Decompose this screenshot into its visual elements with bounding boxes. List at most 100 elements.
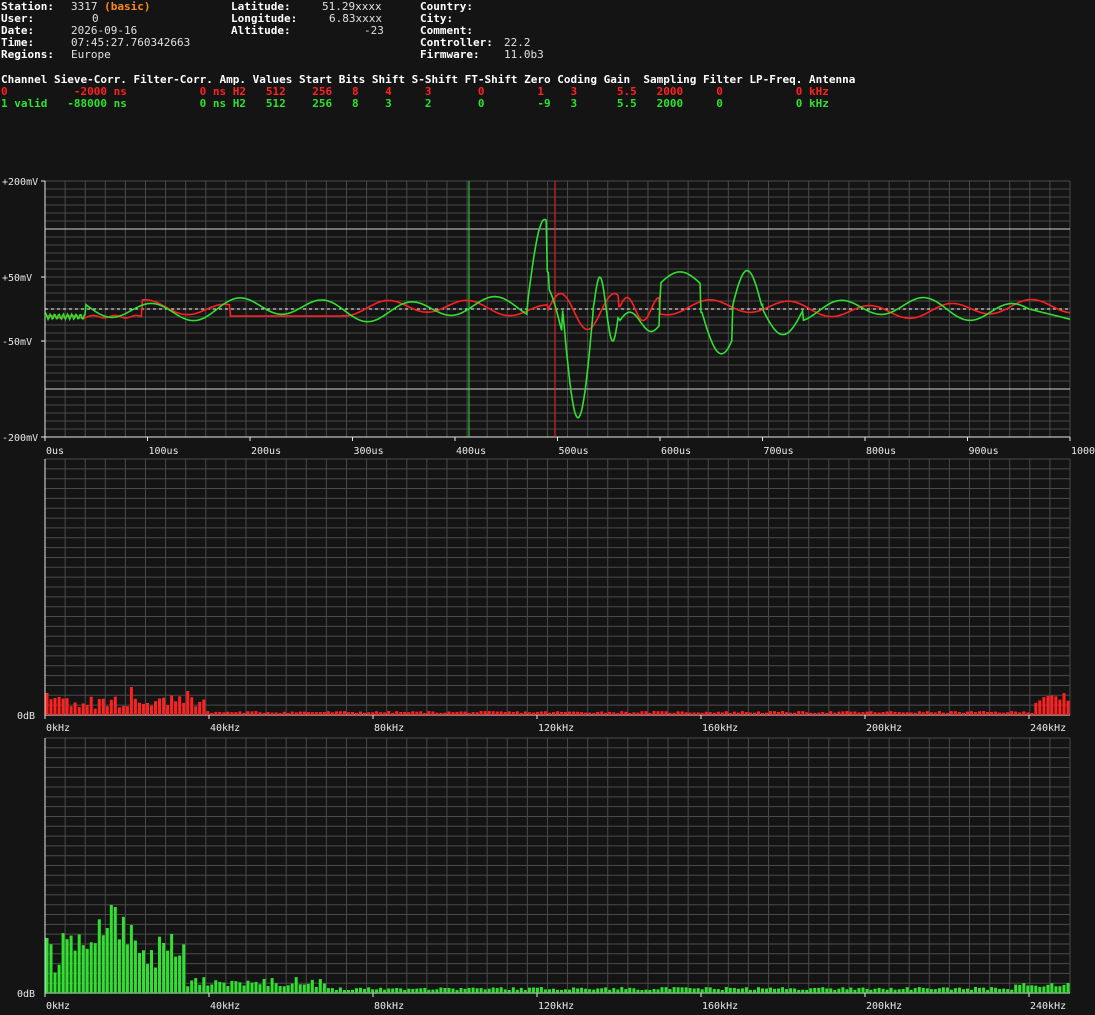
spectrum-bar xyxy=(495,711,499,715)
spectrum-bar xyxy=(535,711,539,715)
spectrum-bar xyxy=(415,988,419,993)
spectrum-bar xyxy=(576,711,580,715)
x-tick-label: 300us xyxy=(354,446,384,457)
spectrum-bar xyxy=(403,711,407,715)
spectrum-bar xyxy=(877,712,881,715)
spectrum-bar xyxy=(178,696,182,715)
spectrum-bar xyxy=(781,711,785,715)
spectrum-bar xyxy=(728,987,732,993)
spectrum-bar xyxy=(174,956,178,993)
spectrum-bar xyxy=(913,988,917,993)
spectrum-bar xyxy=(913,712,917,715)
spectrum-bar xyxy=(568,711,571,715)
spectrum-bar xyxy=(833,712,837,715)
spectrum-bar xyxy=(262,712,266,715)
spectrum-bar xyxy=(65,698,69,715)
spectrum-bar xyxy=(889,711,893,715)
spectrum-bar xyxy=(761,712,764,715)
spectrum-bar xyxy=(885,989,889,993)
spectrum-bar xyxy=(57,697,61,715)
spectrum-bar xyxy=(925,988,929,993)
spectrum-bar xyxy=(359,987,362,993)
spectrum-bar xyxy=(411,711,415,715)
spectrum-bar xyxy=(604,987,608,993)
spectrum-bar xyxy=(797,711,801,715)
spectrum-bar xyxy=(974,712,977,715)
spectrum-bar xyxy=(186,986,190,993)
spectrum-bar xyxy=(970,711,973,715)
spectrum-bar xyxy=(330,712,334,715)
spectrum-bar xyxy=(447,711,451,715)
spectrum-bar xyxy=(214,980,218,993)
spectrum-bar xyxy=(885,711,889,715)
spectrum-bar xyxy=(435,712,439,715)
spectrum-bar xyxy=(511,712,515,715)
spectrum-bar xyxy=(286,985,290,993)
spectrum-bar xyxy=(604,712,608,715)
spectrum-bar xyxy=(901,989,905,993)
spectrum-bar xyxy=(1006,712,1010,715)
spectrum-chart-channel-1[interactable]: 0dB 0kHz 40kHz 80kHz 120kHz 160kHz 200kHz 240kH… xyxy=(17,737,1071,1012)
spectrum-bar xyxy=(471,712,475,715)
spectrum-bar xyxy=(125,944,129,993)
spectrum-bar xyxy=(873,712,877,715)
spectrum-bar xyxy=(644,711,648,715)
spectrum-bar xyxy=(326,988,330,993)
x-tick-label: 240kHz xyxy=(1030,1001,1066,1012)
spectrum-bar xyxy=(945,987,949,993)
spectrum-bar xyxy=(620,987,624,993)
spectrum-bar xyxy=(138,702,141,715)
spectrum-bar xyxy=(298,711,302,715)
spectrum-bar xyxy=(1058,986,1062,993)
spectrum-bar xyxy=(636,712,640,715)
spectrum-bar xyxy=(765,712,768,715)
spectrum-bar xyxy=(616,713,620,715)
spectrum-bar xyxy=(523,990,527,993)
spectrum-bar xyxy=(853,989,857,993)
waveform-chart[interactable]: +200mV +50mV -50mV -200mV 0us 100us 200us 300us… xyxy=(2,177,1095,457)
spectrum-bar xyxy=(166,705,170,715)
spectrum-bar xyxy=(150,950,153,993)
spectrum-bar xyxy=(218,981,222,993)
spectrum-bar xyxy=(1002,988,1006,993)
spectrum-bar xyxy=(584,988,588,993)
spectrum-bar xyxy=(1002,712,1006,715)
spectrum-bar xyxy=(57,964,61,993)
x-tick-label: 800us xyxy=(866,446,896,457)
spectrum-bar xyxy=(962,989,965,993)
spectrum-bar xyxy=(917,987,921,993)
spectrum-bar xyxy=(198,702,202,715)
spectrum-bar xyxy=(519,987,523,993)
spectrum-bar xyxy=(1026,985,1030,993)
spectrum-bar xyxy=(371,989,375,993)
spectrum-bar xyxy=(515,711,519,715)
spectrum-bar xyxy=(720,990,724,993)
spectrum-bar xyxy=(258,712,262,715)
spectrum-bar xyxy=(592,989,596,993)
spectrum-bar xyxy=(724,711,728,715)
spectrum-bar xyxy=(765,988,768,993)
spectrum-bar xyxy=(773,711,776,715)
spectrum-bar xyxy=(905,987,909,993)
spectrum-bar xyxy=(941,987,945,993)
spectrum-bar xyxy=(632,712,636,715)
spectrum-bar xyxy=(310,979,314,993)
y-tick-label: 0dB xyxy=(17,711,35,722)
spectrum-bar xyxy=(475,988,479,993)
spectrum-bar xyxy=(873,988,877,993)
spectrum-bar xyxy=(628,713,632,715)
spectrum-bar xyxy=(133,940,137,993)
spectrum-bar xyxy=(69,935,73,993)
spectrum-bar xyxy=(644,989,648,993)
spectrum-bar xyxy=(142,950,145,993)
spectrum-bar xyxy=(608,711,612,715)
spectrum-bar xyxy=(1022,983,1026,993)
spectrum-bar xyxy=(1038,700,1042,715)
spectrum-chart-channel-0[interactable]: 0dB 0kHz 40kHz 80kHz 120kHz 160kHz 200kHz 240kH… xyxy=(17,458,1071,734)
spectrum-bar xyxy=(154,967,157,993)
spectrum-bar xyxy=(560,989,563,993)
spectrum-bar xyxy=(962,712,965,715)
spectrum-bar xyxy=(258,984,262,993)
spectrum-bar xyxy=(994,987,998,993)
spectrum-bar xyxy=(793,712,797,715)
